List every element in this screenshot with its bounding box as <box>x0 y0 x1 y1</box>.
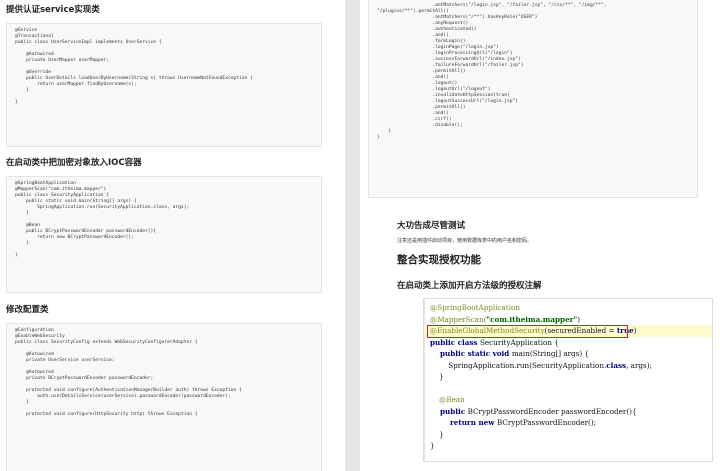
code-line: } <box>15 253 18 258</box>
code-line: protected void configure(HttpSecurity ht… <box>15 412 198 417</box>
code-line: public static void main(String[] args) { <box>424 348 712 360</box>
code-token: , args); <box>626 360 652 370</box>
code-token: return new <box>430 418 497 427</box>
note-text: 注意还是用插件启动项目，使用数据库表中的用户名和密码。 <box>397 238 533 244</box>
heading-modify-config: 修改配置类 <box>6 305 49 315</box>
code-line: public BCryptPasswordEncoder passwordEnc… <box>424 406 712 418</box>
code-line: @SpringBootApplication <box>424 302 712 314</box>
code-token: BCryptPasswordEncoder passwordEncoder(){ <box>467 406 637 416</box>
heading-auth-service: 提供认证service实现类 <box>6 5 100 15</box>
code-token: SecurityApplication { <box>479 337 559 347</box>
code-block-http-security-chain: .antMatchers("/login.jsp", "/failer.jsp"… <box>368 0 698 198</box>
code-line: } <box>430 372 444 381</box>
code-line: @Bean <box>424 394 712 406</box>
right-document-page: .antMatchers("/login.jsp", "/failer.jsp"… <box>360 0 720 471</box>
heading-enable-method-security: 在启动类上添加开启方法级的授权注解 <box>397 281 542 291</box>
heading-authorization: 整合实现授权功能 <box>397 254 481 266</box>
page-gutter <box>345 0 360 471</box>
code-block-security-application: @SpringBootApplication @MapperScan("com.… <box>6 176 322 293</box>
highlight-box <box>427 325 628 338</box>
code-line: SpringApplication.run(SecurityApplicatio… <box>424 360 712 372</box>
code-block-user-service: @Service @Transactional public class Use… <box>6 23 322 147</box>
code-token: @Bean <box>430 395 465 404</box>
code-token: ) <box>577 314 581 324</box>
code-line: } <box>377 135 380 140</box>
code-token: SpringApplication.run(SecurityApplicatio… <box>430 360 607 370</box>
code-token: "com.itheima.mapper" <box>486 314 578 324</box>
code-token: BCryptPasswordEncoder(); <box>496 418 597 427</box>
left-document-page: 提供认证service实现类 @Service @Transactional p… <box>0 0 345 471</box>
code-line: public class SecurityApplication { <box>424 337 712 349</box>
code-token: main(String[] args) { <box>511 349 589 358</box>
code-line: } <box>430 429 444 439</box>
code-line: } <box>430 441 435 450</box>
code-token: public class <box>430 337 480 347</box>
code-token: ) <box>633 326 637 335</box>
code-token: class <box>606 360 627 370</box>
heading-ioc-container: 在启动类中把加密对象放入IOC容器 <box>6 158 142 168</box>
code-line: return new BCryptPasswordEncoder(); <box>424 417 712 429</box>
code-block-security-config: @Configuration @EnableWebSecurity public… <box>6 323 322 471</box>
code-line: } <box>15 100 18 105</box>
code-screenshot-enable-method-security: @SpringBootApplication @MapperScan("com.… <box>423 298 713 462</box>
heading-test: 大功告成尽管测试 <box>397 221 466 231</box>
code-token: public <box>430 406 468 416</box>
code-token: @SpringBootApplication <box>430 303 520 312</box>
code-line: @MapperScan("com.itheima.mapper") <box>424 314 712 326</box>
code-token: public static void <box>430 349 512 358</box>
code-token: @MapperScan( <box>430 314 487 324</box>
